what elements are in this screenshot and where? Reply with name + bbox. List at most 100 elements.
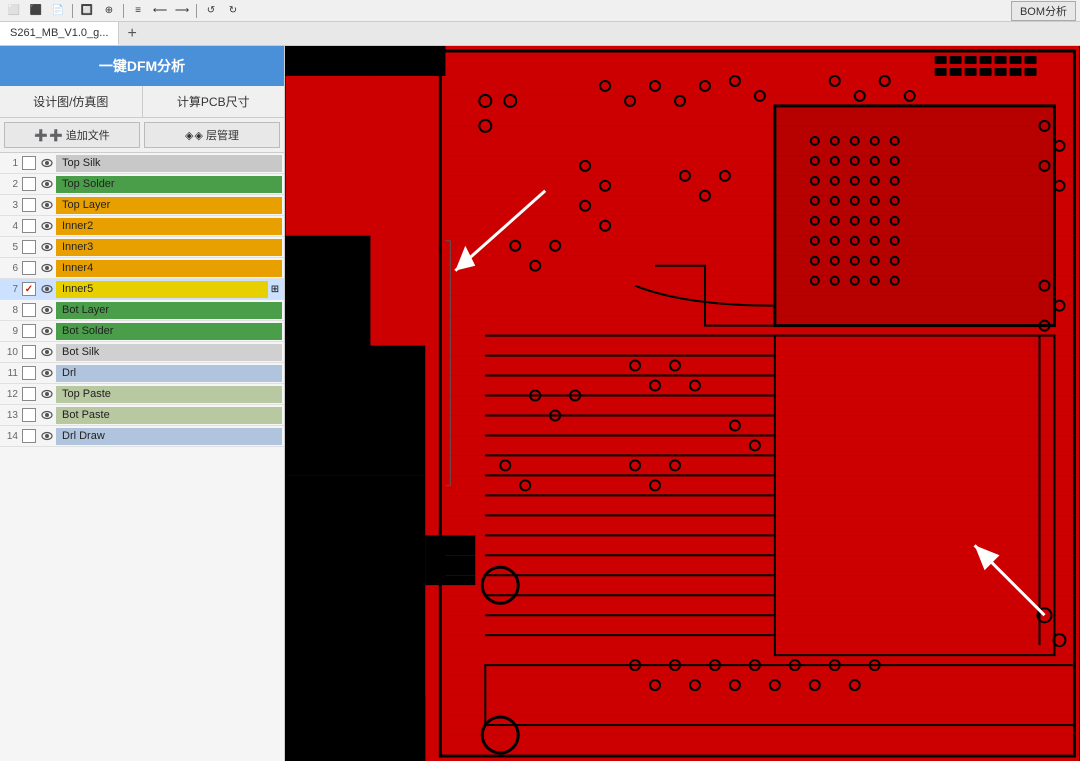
layer-checkbox[interactable]	[22, 324, 36, 338]
layer-eye-icon[interactable]	[40, 219, 54, 233]
layer-row[interactable]: 10Bot Silk	[0, 342, 284, 363]
layer-checkbox[interactable]	[22, 219, 36, 233]
layer-checkbox[interactable]	[22, 198, 36, 212]
layer-checkbox[interactable]	[22, 366, 36, 380]
layer-row[interactable]: 11 Drl	[0, 363, 284, 384]
layer-name: Top Layer	[62, 199, 110, 211]
layer-checkbox[interactable]: ✓	[22, 282, 36, 296]
layer-checkbox[interactable]	[22, 303, 36, 317]
layer-number: 11	[2, 368, 20, 379]
dfm-title: 一键DFM分析	[99, 58, 185, 74]
layer-name: Bot Layer	[62, 304, 109, 316]
toolbar-icon-2[interactable]: ⬛	[26, 2, 46, 20]
dfm-header: 一键DFM分析	[0, 46, 284, 86]
layer-color-bar: Top Silk	[56, 155, 282, 172]
layer-mgmt-icon: ◈	[185, 129, 193, 142]
layer-mgmt-button[interactable]: ◈ ◈ 层管理	[144, 122, 280, 148]
layer-row[interactable]: 8Bot Layer	[0, 300, 284, 321]
layer-name: Inner3	[62, 241, 93, 253]
calc-pcb-button[interactable]: 计算PCB尺寸	[143, 86, 285, 117]
layer-checkbox[interactable]	[22, 240, 36, 254]
layer-checkbox[interactable]	[22, 345, 36, 359]
layer-name: Inner5	[62, 283, 93, 295]
action-buttons: 设计图/仿真图 计算PCB尺寸	[0, 86, 284, 118]
layer-name: Bot Solder	[62, 325, 113, 337]
layer-color-bar: Inner2	[56, 218, 282, 235]
layer-number: 12	[2, 389, 20, 400]
layer-row[interactable]: 4Inner2	[0, 216, 284, 237]
toolbar-icon-6[interactable]: ≡	[128, 2, 148, 20]
tabbar: S261_MB_V1.0_g... +	[0, 22, 1080, 46]
layer-eye-icon[interactable]	[40, 177, 54, 191]
toolbar-icon-4[interactable]: 🔲	[77, 2, 97, 20]
layer-eye-icon[interactable]	[40, 345, 54, 359]
layer-eye-icon[interactable]	[40, 303, 54, 317]
layer-row[interactable]: 7✓Inner5⊞	[0, 279, 284, 300]
layer-eye-icon[interactable]	[40, 261, 54, 275]
main-content: 一键DFM分析 设计图/仿真图 计算PCB尺寸 ➕ ➕ 追加文件 ◈ ◈ 层管理…	[0, 46, 1080, 761]
tab-main-label: S261_MB_V1.0_g...	[10, 27, 108, 39]
layer-expand-icon[interactable]: ⊞	[268, 284, 282, 295]
layer-number: 6	[2, 263, 20, 274]
tab-main[interactable]: S261_MB_V1.0_g...	[0, 22, 119, 45]
layer-number: 9	[2, 326, 20, 337]
layer-number: 3	[2, 200, 20, 211]
layer-row[interactable]: 12 Top Paste	[0, 384, 284, 405]
toolbar-icon-3[interactable]: 📄	[48, 2, 68, 20]
layer-name: Bot Paste	[62, 409, 110, 421]
layer-number: 5	[2, 242, 20, 253]
layer-row[interactable]: 2Top Solder	[0, 174, 284, 195]
left-panel: 一键DFM分析 设计图/仿真图 计算PCB尺寸 ➕ ➕ 追加文件 ◈ ◈ 层管理…	[0, 46, 285, 761]
toolbar-icon-7[interactable]: ⟵	[150, 2, 170, 20]
layer-row[interactable]: 13Bot Paste	[0, 405, 284, 426]
layer-color-bar: Inner5	[56, 281, 268, 298]
tab-add-button[interactable]: +	[119, 22, 144, 45]
toolbar-icon-1[interactable]: ⬜	[4, 2, 24, 20]
layer-eye-icon[interactable]	[40, 324, 54, 338]
layer-checkbox[interactable]	[22, 429, 36, 443]
layer-row[interactable]: 6 Inner4	[0, 258, 284, 279]
add-file-icon: ➕	[34, 129, 48, 142]
layer-checkbox[interactable]	[22, 408, 36, 422]
layer-checkbox[interactable]	[22, 261, 36, 275]
toolbar-icon-8[interactable]: ⟶	[172, 2, 192, 20]
layer-color-bar: Bot Paste	[56, 407, 282, 424]
layer-eye-icon[interactable]	[40, 408, 54, 422]
add-file-button[interactable]: ➕ ➕ 追加文件	[4, 122, 140, 148]
layer-row[interactable]: 14 Drl Draw	[0, 426, 284, 447]
layer-row[interactable]: 3 Top Layer	[0, 195, 284, 216]
layer-eye-icon[interactable]	[40, 156, 54, 170]
layer-number: 14	[2, 431, 20, 442]
layer-row[interactable]: 1 Top Silk	[0, 153, 284, 174]
layer-number: 1	[2, 158, 20, 169]
layer-color-bar: Drl Draw	[56, 428, 282, 445]
design-sim-button[interactable]: 设计图/仿真图	[0, 86, 143, 117]
layer-name: Top Paste	[62, 388, 111, 400]
layer-row[interactable]: 5 Inner3	[0, 237, 284, 258]
layer-checkbox[interactable]	[22, 156, 36, 170]
layer-checkbox[interactable]	[22, 387, 36, 401]
layer-eye-icon[interactable]	[40, 429, 54, 443]
toolbar-icon-10[interactable]: ↻	[223, 2, 243, 20]
layer-eye-icon[interactable]	[40, 282, 54, 296]
layer-eye-icon[interactable]	[40, 240, 54, 254]
layer-eye-icon[interactable]	[40, 387, 54, 401]
toolbar-icon-9[interactable]: ↺	[201, 2, 221, 20]
layer-color-bar: Bot Layer	[56, 302, 282, 319]
layer-list: 1 Top Silk 2Top Solder 3 Top Layer 4Inner2 5 In…	[0, 153, 284, 761]
layer-checkbox[interactable]	[22, 177, 36, 191]
bom-button[interactable]: BOM分析	[1011, 1, 1076, 21]
pcb-canvas[interactable]: ✕	[285, 46, 1080, 761]
layer-row[interactable]: 9 Bot Solder	[0, 321, 284, 342]
layer-color-bar: Bot Silk	[56, 344, 282, 361]
toolbar-separator-2	[123, 4, 124, 18]
layer-name: Top Silk	[62, 157, 101, 169]
toolbar-icon-5[interactable]: ⊕	[99, 2, 119, 20]
layer-eye-icon[interactable]	[40, 366, 54, 380]
layer-name: Drl	[62, 367, 76, 379]
toolbar-separator-1	[72, 4, 73, 18]
layer-name: Inner4	[62, 262, 93, 274]
layer-number: 2	[2, 179, 20, 190]
layer-color-bar: Bot Solder	[56, 323, 282, 340]
layer-eye-icon[interactable]	[40, 198, 54, 212]
